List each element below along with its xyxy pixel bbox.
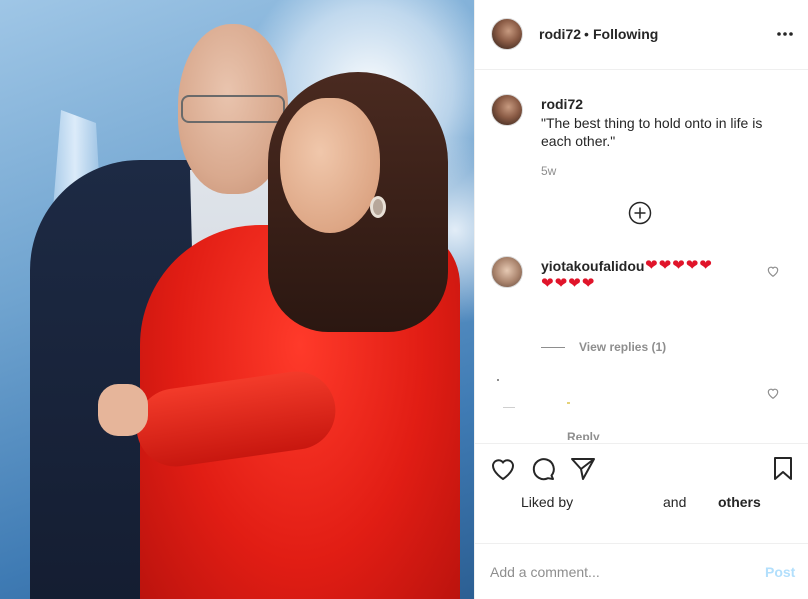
glasses	[181, 95, 285, 123]
paper-plane-icon[interactable]	[570, 456, 596, 482]
author-avatar[interactable]	[491, 18, 523, 50]
comment-input[interactable]	[490, 562, 750, 582]
post-actions: Liked by and others	[475, 443, 808, 543]
post-photo[interactable]	[0, 0, 474, 599]
heart-outline-icon[interactable]	[766, 264, 780, 278]
liked-by-and: and	[663, 494, 687, 510]
author-username[interactable]: rodi72	[539, 26, 581, 42]
follow-status-button[interactable]: Following	[593, 26, 658, 42]
heart-outline-icon[interactable]	[490, 456, 516, 482]
commenter-username[interactable]: yiotakoufalidou	[541, 258, 644, 274]
view-replies-button[interactable]: View replies (1)	[541, 340, 666, 354]
woman-hand	[98, 384, 148, 436]
view-replies-label: View replies (1)	[579, 340, 667, 354]
post-sidebar: rodi72 • Following rodi72 "The best thin…	[474, 0, 808, 599]
caption-text: "The best thing to hold onto in life is …	[541, 115, 763, 149]
heart-outline-icon[interactable]	[766, 386, 780, 400]
faded-content	[503, 407, 515, 408]
bookmark-icon[interactable]	[770, 456, 796, 482]
plus-circle-icon[interactable]	[628, 201, 652, 225]
post-timestamp[interactable]: 5w	[541, 164, 556, 178]
liked-by-label: Liked by	[521, 494, 574, 510]
replies-divider	[541, 347, 565, 349]
post-header: rodi72 • Following	[475, 0, 808, 70]
likes-summary: Liked by and others	[521, 494, 761, 510]
earring	[370, 196, 386, 218]
more-options-icon[interactable]	[775, 24, 795, 44]
woman-face	[280, 98, 380, 233]
caption-avatar[interactable]	[491, 94, 523, 126]
comment-bubble-icon[interactable]	[530, 456, 556, 482]
faded-content	[497, 379, 499, 381]
reply-button[interactable]: Reply	[567, 430, 600, 440]
post-comment-button[interactable]: Post	[765, 564, 795, 580]
caption-username[interactable]: rodi72	[541, 96, 583, 112]
commenter-avatar[interactable]	[491, 256, 523, 288]
separator-dot: •	[584, 26, 589, 42]
likes-others-link[interactable]: others	[718, 494, 761, 510]
add-comment-bar: Post	[475, 543, 808, 599]
comment-text: ❤❤❤❤❤	[645, 257, 713, 274]
faded-content	[567, 402, 570, 404]
comment-text: ❤❤❤❤	[541, 275, 596, 292]
